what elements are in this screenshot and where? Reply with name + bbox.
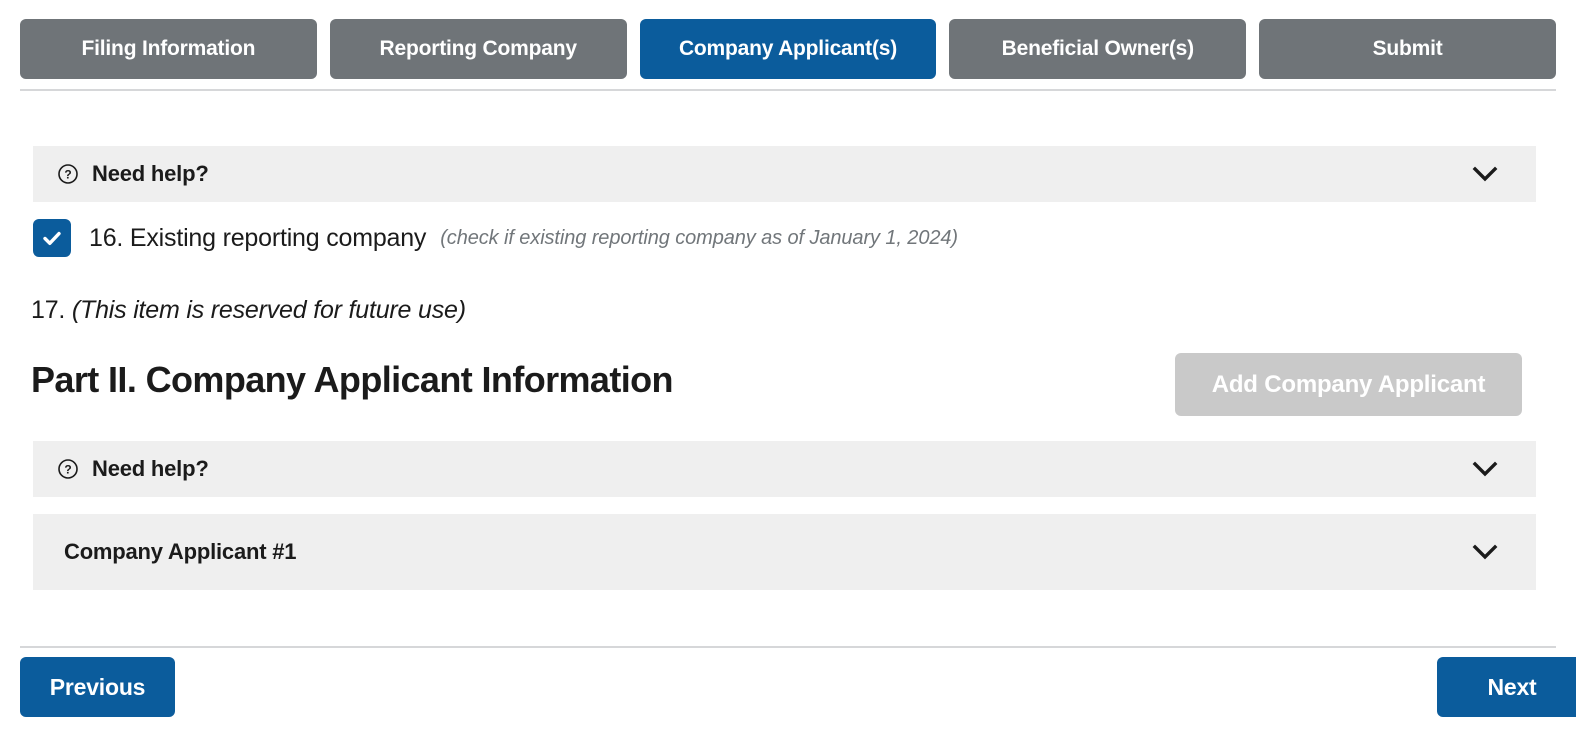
tab-submit[interactable]: Submit <box>1259 19 1556 79</box>
company-applicant-1-label: Company Applicant #1 <box>64 539 297 564</box>
need-help-label-top: Need help? <box>92 161 209 186</box>
item-17-row: 17. (This item is reserved for future us… <box>31 296 466 325</box>
item-17-number: 17. <box>31 296 66 324</box>
tab-reporting-company[interactable]: Reporting Company <box>329 19 627 79</box>
chevron-down-icon[interactable] <box>1472 461 1498 477</box>
item-16-hint: (check if existing reporting company as … <box>440 226 958 249</box>
add-company-applicant-button[interactable]: Add Company Applicant <box>1175 353 1522 416</box>
tabbar-divider <box>20 89 1556 91</box>
tab-beneficial-owners[interactable]: Beneficial Owner(s) <box>949 19 1247 79</box>
question-circle-icon: ? <box>57 163 79 185</box>
next-button[interactable]: Next <box>1437 657 1576 717</box>
part-2-heading: Part II. Company Applicant Information <box>31 359 674 400</box>
need-help-accordion-part2[interactable]: ? Need help? <box>33 441 1536 497</box>
question-circle-icon: ? <box>57 458 79 480</box>
need-help-accordion-top[interactable]: ? Need help? <box>33 146 1536 202</box>
footer-divider <box>20 646 1556 648</box>
company-applicant-1-accordion[interactable]: Company Applicant #1 <box>33 514 1536 590</box>
need-help-label-part2: Need help? <box>92 456 209 481</box>
tab-company-applicants[interactable]: Company Applicant(s) <box>639 19 937 79</box>
item-17-text: (This item is reserved for future use) <box>71 296 466 324</box>
item-16-row: 16. Existing reporting company (check if… <box>33 219 958 257</box>
svg-text:?: ? <box>64 463 71 477</box>
chevron-down-icon[interactable] <box>1472 544 1498 560</box>
chevron-down-icon[interactable] <box>1472 166 1498 182</box>
previous-button[interactable]: Previous <box>20 657 175 717</box>
tab-filing-information[interactable]: Filing Information <box>20 19 317 79</box>
existing-reporting-company-checkbox[interactable] <box>33 219 71 257</box>
svg-text:?: ? <box>64 168 71 182</box>
wizard-tab-bar: Filing Information Reporting Company Com… <box>20 19 1556 79</box>
item-16-label: 16. Existing reporting company <box>89 223 427 252</box>
